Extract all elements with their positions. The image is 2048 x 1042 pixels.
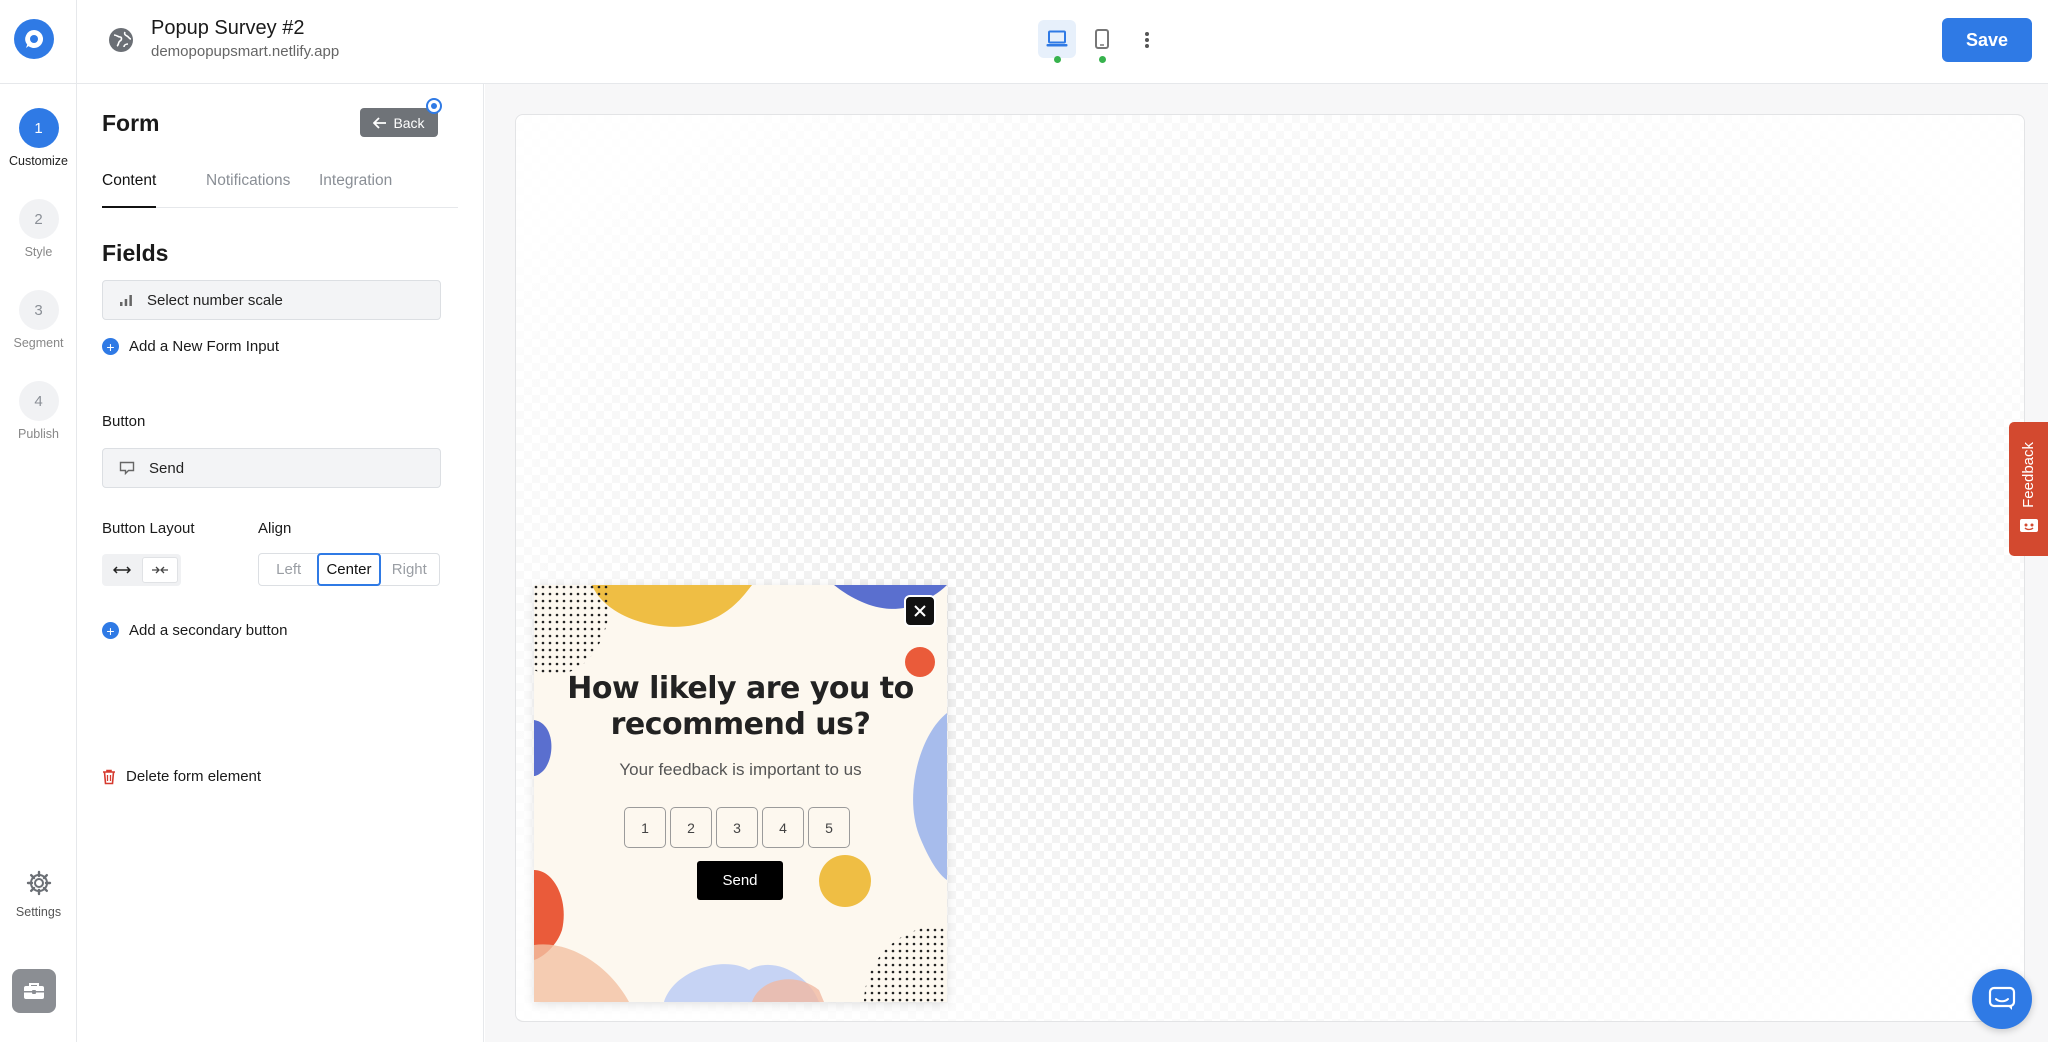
step-segment[interactable]: 3 Segment bbox=[0, 290, 77, 350]
step-publish[interactable]: 4 Publish bbox=[0, 381, 77, 441]
button-layout-toggle bbox=[102, 554, 181, 586]
top-bar: Popup Survey #2 demopopupsmart.netlify.a… bbox=[0, 0, 2048, 84]
add-form-input-link[interactable]: + Add a New Form Input bbox=[102, 338, 279, 355]
briefcase-button[interactable] bbox=[12, 969, 56, 1013]
align-center[interactable]: Center bbox=[317, 553, 381, 586]
align-right[interactable]: Right bbox=[380, 554, 439, 585]
globe-icon bbox=[109, 28, 133, 52]
scale-option-2[interactable]: 2 bbox=[670, 807, 712, 848]
popup-send-button[interactable]: Send bbox=[697, 861, 783, 900]
notification-badge bbox=[426, 98, 442, 114]
plus-icon: + bbox=[102, 622, 119, 639]
align-left[interactable]: Left bbox=[259, 554, 318, 585]
popupsmart-logo[interactable] bbox=[14, 19, 54, 59]
scale-option-4[interactable]: 4 bbox=[762, 807, 804, 848]
close-icon bbox=[914, 605, 926, 617]
popup-subtitle: Your feedback is important to us bbox=[619, 760, 862, 779]
plus-icon: + bbox=[102, 338, 119, 355]
fields-heading: Fields bbox=[102, 240, 169, 266]
laptop-icon bbox=[1046, 30, 1068, 47]
layout-compact[interactable] bbox=[142, 557, 178, 583]
popup-close-button[interactable] bbox=[904, 595, 936, 627]
add-secondary-button-link[interactable]: + Add a secondary button bbox=[102, 622, 287, 639]
field-send-button[interactable]: Send bbox=[102, 448, 441, 488]
arrow-left-icon bbox=[373, 116, 387, 129]
popup-preview[interactable]: How likely are you to recommend us? Your… bbox=[534, 585, 947, 1002]
tab-notifications[interactable]: Notifications bbox=[206, 172, 290, 208]
panel-tabs: Content Notifications Integration bbox=[102, 172, 458, 208]
step-customize[interactable]: 1 Customize bbox=[0, 108, 77, 168]
button-layout-label: Button Layout bbox=[102, 520, 195, 537]
step-label: Style bbox=[24, 245, 53, 259]
popup-title: Popup Survey #2 bbox=[151, 17, 305, 39]
headline-line-1: How likely are you to bbox=[567, 671, 914, 706]
step-number: 1 bbox=[18, 108, 59, 148]
settings-label: Settings bbox=[15, 905, 62, 919]
button-item-label: Send bbox=[149, 459, 185, 477]
feedback-tab[interactable]: Feedback bbox=[2009, 422, 2048, 556]
form-settings-panel: Form Back Content Notifications Integrat… bbox=[77, 84, 484, 1042]
step-label: Segment bbox=[13, 336, 64, 350]
scale-option-5[interactable]: 5 bbox=[808, 807, 850, 848]
arrows-inward-icon bbox=[152, 566, 168, 574]
field-label: Select number scale bbox=[147, 291, 283, 309]
back-button[interactable]: Back bbox=[360, 108, 438, 137]
chat-button[interactable] bbox=[1972, 969, 2032, 1029]
popup-headline: How likely are you to recommend us? bbox=[534, 671, 947, 743]
align-toggle: Left Center Right bbox=[258, 553, 440, 586]
divider bbox=[76, 0, 77, 84]
bar-chart-icon bbox=[120, 295, 132, 306]
trash-icon bbox=[103, 769, 115, 784]
step-number: 4 bbox=[18, 381, 59, 421]
headline-line-2: recommend us? bbox=[610, 707, 871, 742]
delete-form-element-link[interactable]: Delete form element bbox=[102, 768, 261, 785]
site-url: demopopupsmart.netlify.app bbox=[151, 43, 340, 60]
step-number: 3 bbox=[18, 290, 59, 330]
panel-title: Form bbox=[102, 110, 160, 136]
field-number-scale[interactable]: Select number scale bbox=[102, 280, 441, 320]
briefcase-icon bbox=[24, 983, 44, 999]
align-label: Align bbox=[258, 520, 292, 537]
step-label: Customize bbox=[8, 154, 69, 168]
scale-option-1[interactable]: 1 bbox=[624, 807, 666, 848]
arrows-horizontal-icon bbox=[113, 566, 131, 574]
gear-icon bbox=[26, 870, 51, 896]
button-section-label: Button bbox=[102, 413, 146, 430]
status-dot bbox=[1054, 56, 1061, 63]
tab-content[interactable]: Content bbox=[102, 172, 157, 208]
number-scale: 1 2 3 4 5 bbox=[624, 807, 850, 848]
layout-full-width[interactable] bbox=[105, 557, 139, 583]
add-secondary-label: Add a secondary button bbox=[129, 622, 288, 639]
delete-label: Delete form element bbox=[126, 768, 262, 785]
save-button[interactable]: Save bbox=[1942, 18, 2032, 62]
feedback-icon bbox=[2019, 518, 2038, 532]
status-dot bbox=[1099, 56, 1106, 63]
desktop-view-button[interactable] bbox=[1038, 20, 1076, 63]
step-style[interactable]: 2 Style bbox=[0, 199, 77, 259]
chat-icon bbox=[1988, 986, 2016, 1010]
settings-button[interactable]: Settings bbox=[0, 870, 77, 919]
phone-icon bbox=[1095, 29, 1109, 49]
button-icon bbox=[119, 461, 135, 475]
mobile-view-button[interactable] bbox=[1083, 20, 1121, 63]
back-label: Back bbox=[393, 114, 425, 131]
add-input-label: Add a New Form Input bbox=[129, 338, 280, 355]
more-options-button[interactable] bbox=[1137, 24, 1157, 56]
logo-icon bbox=[25, 29, 44, 48]
tab-integration[interactable]: Integration bbox=[319, 172, 392, 208]
step-number: 2 bbox=[18, 199, 59, 239]
feedback-label: Feedback bbox=[2020, 442, 2037, 508]
scale-option-3[interactable]: 3 bbox=[716, 807, 758, 848]
decorative-blobs bbox=[534, 585, 947, 1002]
more-vertical-icon bbox=[1145, 32, 1149, 48]
step-rail: 1 Customize 2 Style 3 Segment 4 Publish … bbox=[0, 84, 77, 1042]
step-label: Publish bbox=[18, 427, 59, 441]
